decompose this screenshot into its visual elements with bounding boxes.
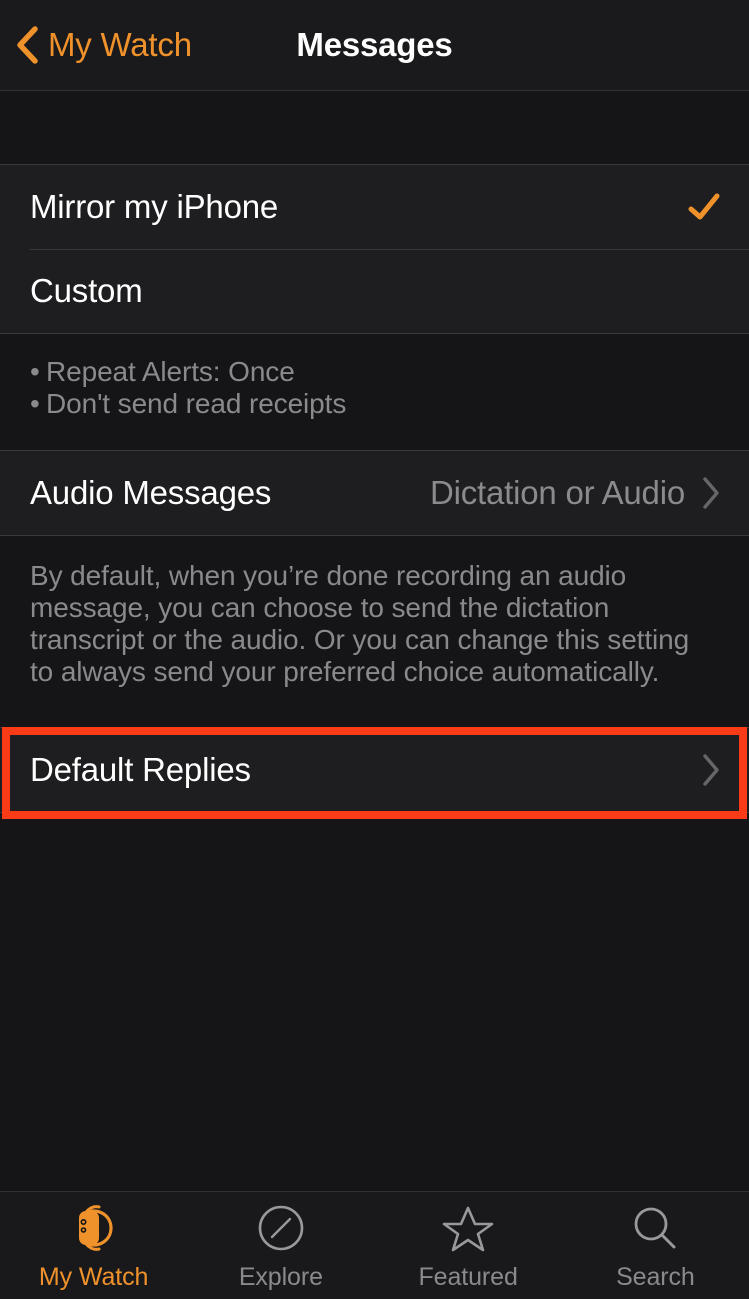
custom-summary-bullets: • Repeat Alerts: Once • Don't send read re… — [0, 334, 749, 450]
tab-label: My Watch — [38, 1263, 149, 1291]
row-mirror-my-iphone[interactable]: Mirror my iPhone — [0, 165, 749, 249]
row-label: Mirror my iPhone — [30, 188, 279, 225]
bullet-text: Repeat Alerts: Once — [46, 356, 295, 387]
magnifier-icon — [634, 1207, 676, 1249]
row-value: Dictation or Audio — [429, 474, 685, 511]
row-label: Audio Messages — [30, 474, 272, 511]
tab-label: Featured — [418, 1263, 518, 1291]
bullet-dot: • — [30, 388, 40, 419]
settings-list: Mirror my iPhone Custom • Repeat Alerts: … — [0, 91, 749, 1191]
watch-app-screen: My Watch Messages Mirror my iPhone Custo… — [0, 0, 749, 1299]
checkmark-icon — [688, 193, 720, 220]
row-label: Custom — [30, 272, 143, 309]
audio-messages-footnote: By default, when you’re done recording a… — [0, 536, 730, 714]
tab-label: Explore — [238, 1263, 323, 1291]
default-replies-wrapper: Default Replies — [0, 727, 749, 819]
row-audio-messages[interactable]: Audio Messages Dictation or Audio — [0, 451, 749, 535]
row-custom[interactable]: Custom — [0, 249, 749, 333]
tab-bar: My Watch Explore Featured Search — [0, 1191, 749, 1299]
back-button[interactable]: My Watch — [0, 26, 192, 64]
bullet-item: • Don't send read receipts — [30, 388, 719, 420]
chevron-right-icon — [703, 754, 719, 786]
chevron-right-icon — [703, 477, 719, 509]
bullet-dot: • — [30, 356, 40, 387]
tab-featured[interactable]: Featured — [375, 1192, 562, 1299]
watch-icon — [78, 1205, 113, 1251]
tab-explore[interactable]: Explore — [187, 1192, 374, 1299]
bullet-text: Don't send read receipts — [46, 388, 347, 419]
audio-messages-section: Audio Messages Dictation or Audio — [0, 450, 749, 536]
navigation-bar: My Watch Messages — [0, 0, 749, 91]
tab-my-watch[interactable]: My Watch — [0, 1192, 187, 1299]
chevron-left-icon — [17, 26, 38, 64]
back-button-label: My Watch — [48, 26, 192, 63]
star-icon — [442, 1206, 494, 1252]
default-replies-section: Default Replies — [0, 727, 749, 813]
alert-style-section: Mirror my iPhone Custom — [0, 164, 749, 334]
row-default-replies[interactable]: Default Replies — [0, 728, 749, 812]
compass-icon — [258, 1205, 304, 1251]
top-spacer — [0, 91, 749, 164]
tab-label: Search — [616, 1263, 695, 1291]
row-label: Default Replies — [30, 751, 251, 788]
bullet-item: • Repeat Alerts: Once — [30, 356, 719, 388]
tab-search[interactable]: Search — [562, 1192, 749, 1299]
